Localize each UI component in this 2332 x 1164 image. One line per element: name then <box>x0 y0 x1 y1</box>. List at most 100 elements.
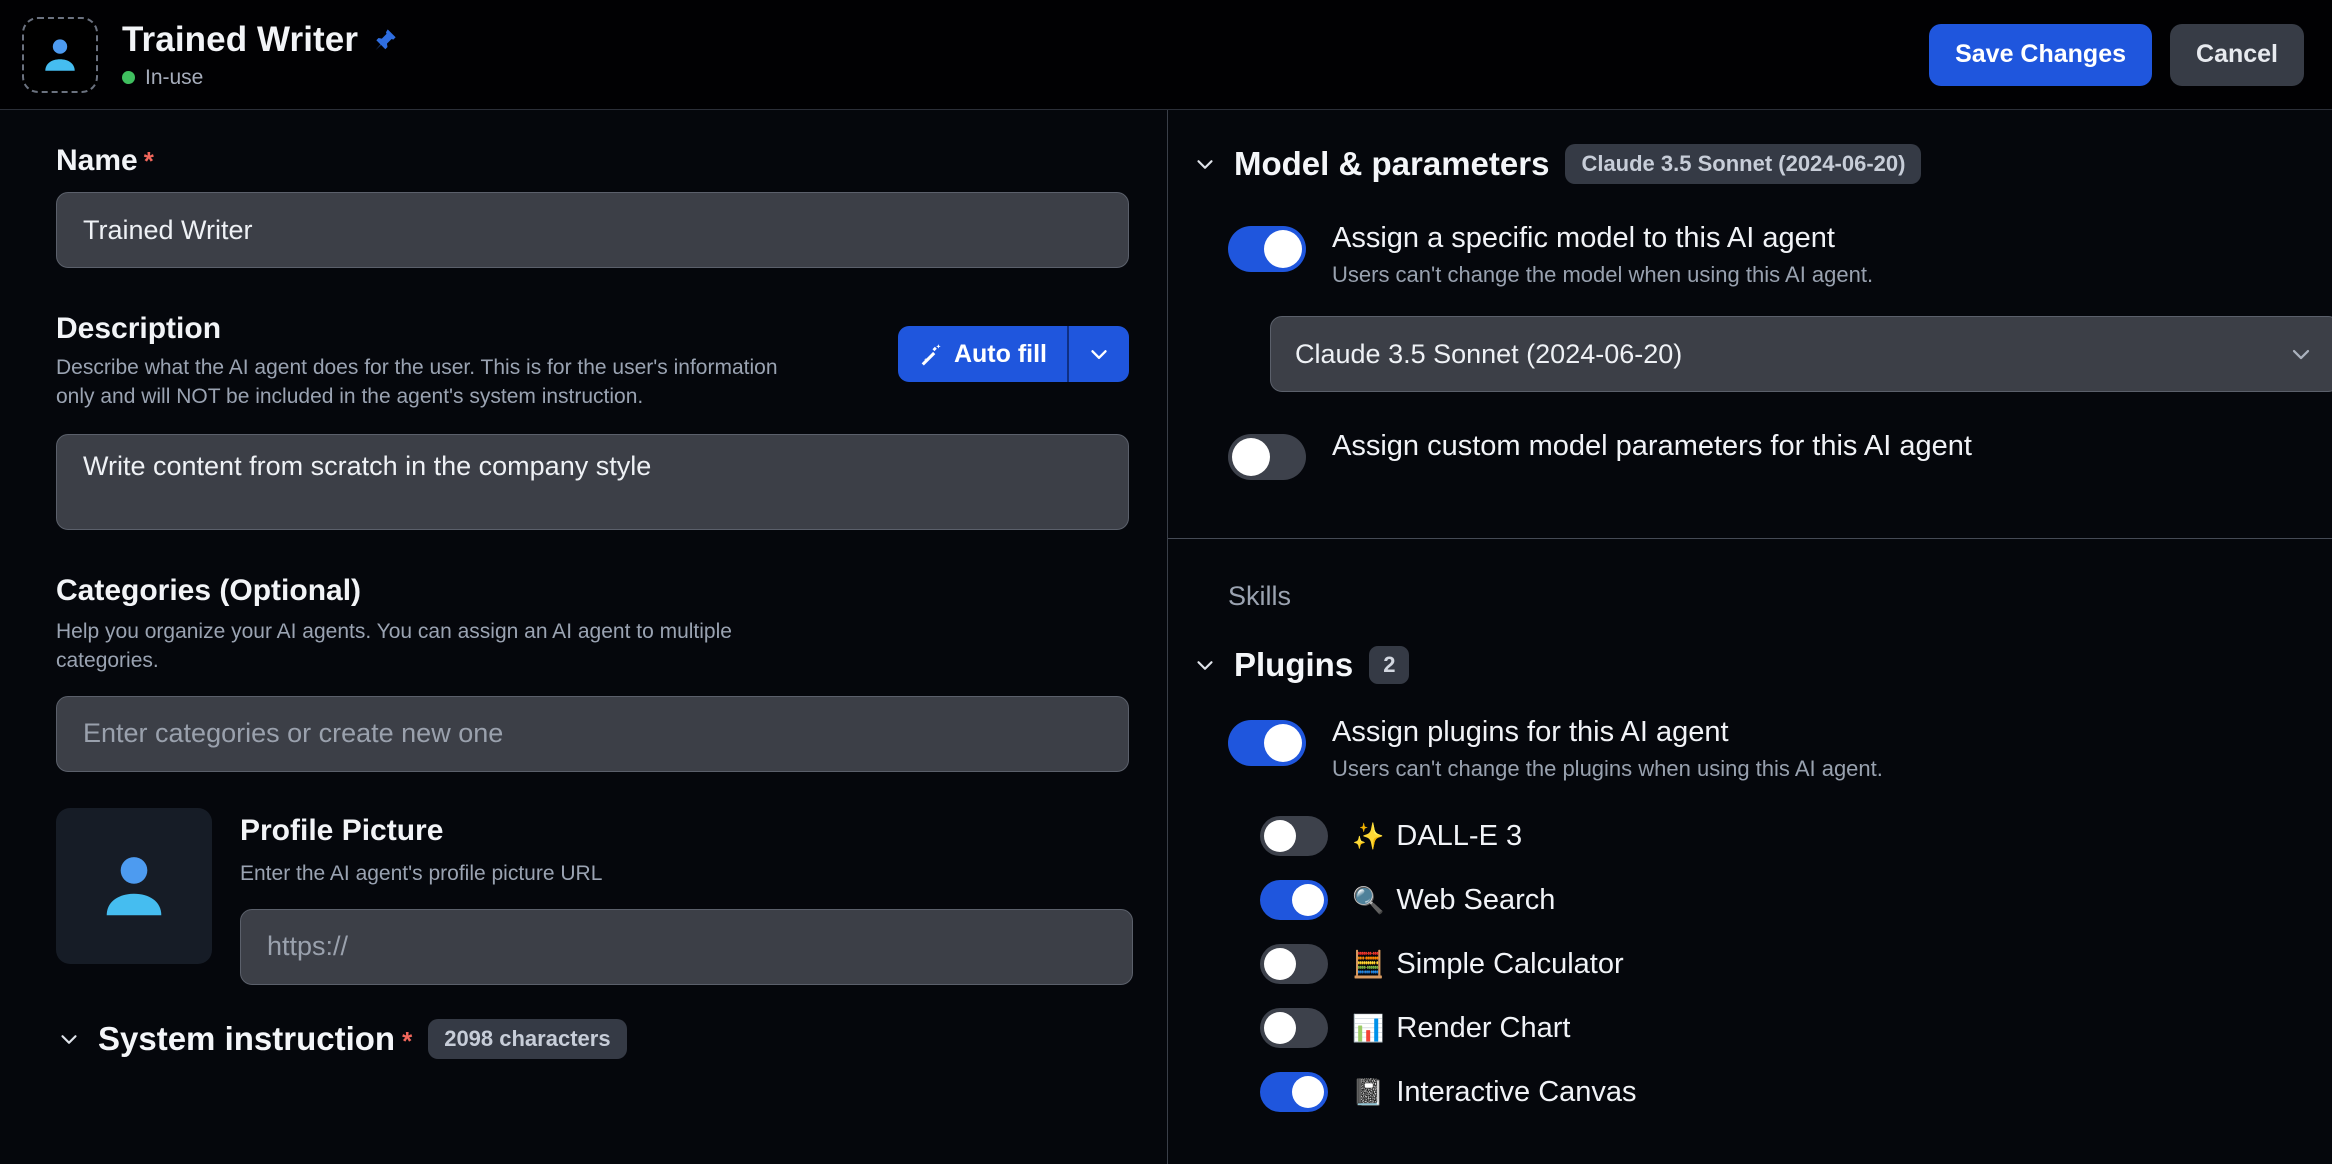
plugin-name: ✨ DALL-E 3 <box>1352 820 1522 853</box>
assign-model-toggle[interactable] <box>1228 226 1306 272</box>
system-instruction-required-marker: * <box>402 1025 413 1056</box>
profile-picture-fields: Profile Picture Enter the AI agent's pro… <box>240 808 1133 985</box>
autofill-button-label: Auto fill <box>953 339 1047 368</box>
system-instruction-title: System instruction * <box>98 1020 412 1058</box>
person-avatar-icon <box>45 38 75 71</box>
right-pane-inner: Model & parameters Claude 3.5 Sonnet (20… <box>1168 144 2332 1124</box>
profile-picture-helper: Enter the AI agent's profile picture URL <box>240 861 603 885</box>
sparkles-icon: ✨ <box>1352 821 1385 851</box>
autofill-button[interactable]: Auto fill <box>897 326 1067 382</box>
plugin-name: 🧮 Simple Calculator <box>1352 948 1624 981</box>
model-select-value: Claude 3.5 Sonnet (2024-06-20) <box>1295 338 1683 369</box>
toggle-knob <box>1264 230 1302 268</box>
toggle-knob <box>1264 1012 1296 1044</box>
plugin-name: 📊 Render Chart <box>1352 1012 1570 1045</box>
pushpin-icon[interactable] <box>372 27 398 53</box>
plugins-count-badge: 2 <box>1369 646 1410 684</box>
assign-custom-params-toggle[interactable] <box>1228 434 1306 480</box>
chevron-down-icon[interactable] <box>1192 151 1218 177</box>
system-instruction-title-text: System instruction <box>98 1019 396 1057</box>
assign-plugins-row: Assign plugins for this AI agent Users c… <box>1228 716 2332 782</box>
plugin-row: 📊 Render Chart <box>1260 996 2332 1060</box>
plugin-list: ✨ DALL-E 3 🔍 Web Search 🧮 Simple Calculator 📊 R… <box>1228 804 2332 1124</box>
plugins-section-header[interactable]: Plugins 2 <box>1192 646 2332 684</box>
plugin-label: Web Search <box>1396 883 1556 916</box>
profile-picture-url-input[interactable]: https:// <box>240 908 1133 985</box>
autofill-dropdown-button[interactable] <box>1067 326 1129 382</box>
plugin-row: 🔍 Web Search <box>1260 868 2332 932</box>
plugin-toggle[interactable] <box>1260 1008 1328 1048</box>
model-select[interactable]: Claude 3.5 Sonnet (2024-06-20) <box>1270 316 2332 392</box>
toggle-knob <box>1264 820 1296 852</box>
chevron-down-icon[interactable] <box>56 1026 82 1052</box>
name-required-marker: * <box>143 146 154 176</box>
assign-plugins-sub: Users can't change the plugins when usin… <box>1332 756 1883 781</box>
name-label: Name * <box>56 144 1111 178</box>
categories-helper: Help you organize your AI agents. You ca… <box>56 619 732 672</box>
agent-editor-page: Trained Writer In-use Save Changes Cance… <box>0 0 2332 1164</box>
page-header: Trained Writer In-use Save Changes Cance… <box>0 0 2332 110</box>
description-label: Description <box>56 312 222 345</box>
plugin-toggle[interactable] <box>1260 816 1328 856</box>
chevron-down-icon <box>1091 350 1107 359</box>
profile-picture-preview[interactable] <box>56 807 212 964</box>
plugin-label: Render Chart <box>1396 1011 1571 1044</box>
plugin-toggle[interactable] <box>1260 944 1328 984</box>
model-parameters-section-header[interactable]: Model & parameters Claude 3.5 Sonnet (20… <box>1192 144 2332 184</box>
agent-avatar-upload[interactable] <box>22 16 98 93</box>
toggle-knob <box>1232 438 1270 476</box>
assign-model-row: Assign a specific model to this AI agent… <box>1228 222 2332 288</box>
person-avatar-icon <box>106 856 162 916</box>
toggle-knob <box>1292 884 1324 916</box>
status-badge: In-use <box>145 65 204 89</box>
plugin-name: 📓 Interactive Canvas <box>1352 1076 1637 1109</box>
plugin-label: DALL-E 3 <box>1396 819 1523 852</box>
plugin-label: Simple Calculator <box>1396 947 1624 980</box>
notebook-icon: 📓 <box>1352 1077 1385 1107</box>
character-count-badge: 2098 characters <box>428 1018 627 1059</box>
assign-custom-params-row: Assign custom model parameters for this … <box>1228 430 2332 480</box>
toggle-knob <box>1264 948 1296 980</box>
autofill-button-group: Auto fill <box>897 326 1129 382</box>
status-dot-icon <box>122 71 135 84</box>
categories-input[interactable]: Enter categories or create new one <box>56 695 1129 772</box>
name-input[interactable]: Trained Writer <box>56 192 1129 268</box>
model-badge: Claude 3.5 Sonnet (2024-06-20) <box>1565 144 1922 184</box>
description-helper: Describe what the AI agent does for the … <box>56 356 778 408</box>
plugin-toggle[interactable] <box>1260 1072 1328 1112</box>
status-row: In-use <box>122 66 398 90</box>
plugins-title: Plugins <box>1234 646 1354 683</box>
magic-wand-icon <box>921 343 941 366</box>
right-settings-pane: Model & parameters Claude 3.5 Sonnet (20… <box>1168 110 2332 1164</box>
toggle-knob <box>1292 1076 1324 1108</box>
page-title: Trained Writer <box>122 19 359 59</box>
assign-model-texts: Assign a specific model to this AI agent… <box>1332 222 1873 288</box>
assign-plugins-toggle[interactable] <box>1228 720 1306 766</box>
plugin-row: 📓 Interactive Canvas <box>1260 1060 2332 1124</box>
bar-chart-icon: 📊 <box>1352 1013 1385 1043</box>
abacus-icon: 🧮 <box>1352 949 1385 979</box>
plugin-label: Interactive Canvas <box>1396 1075 1637 1108</box>
description-textarea[interactable]: Write content from scratch in the compan… <box>56 433 1129 530</box>
system-instruction-section-header[interactable]: System instruction * 2098 characters <box>56 1018 1111 1059</box>
plugin-toggle[interactable] <box>1260 880 1328 920</box>
assign-custom-params-title: Assign custom model parameters for this … <box>1332 430 1972 462</box>
assign-model-sub: Users can't change the model when using … <box>1332 262 1874 287</box>
page-body: Name * Trained Writer Description Descri… <box>0 110 2332 1164</box>
magnifying-glass-icon: 🔍 <box>1352 885 1385 915</box>
title-row: Trained Writer <box>122 20 398 60</box>
assign-model-title: Assign a specific model to this AI agent <box>1332 222 1835 254</box>
chevron-down-icon <box>2292 349 2310 360</box>
save-changes-button[interactable]: Save Changes <box>1929 23 2153 86</box>
left-form-pane: Name * Trained Writer Description Descri… <box>0 110 1168 1164</box>
assign-plugins-texts: Assign plugins for this AI agent Users c… <box>1332 716 1883 782</box>
cancel-button[interactable]: Cancel <box>2170 23 2304 86</box>
assign-custom-params-texts: Assign custom model parameters for this … <box>1332 430 1972 463</box>
header-title-block: Trained Writer In-use <box>122 20 398 90</box>
chevron-down-icon[interactable] <box>1192 652 1218 678</box>
header-actions: Save Changes Cancel <box>1929 23 2304 86</box>
model-parameters-title: Model & parameters <box>1234 145 1550 182</box>
plugin-row: 🧮 Simple Calculator <box>1260 932 2332 996</box>
toggle-knob <box>1264 724 1302 762</box>
profile-picture-row: Profile Picture Enter the AI agent's pro… <box>56 807 1133 985</box>
